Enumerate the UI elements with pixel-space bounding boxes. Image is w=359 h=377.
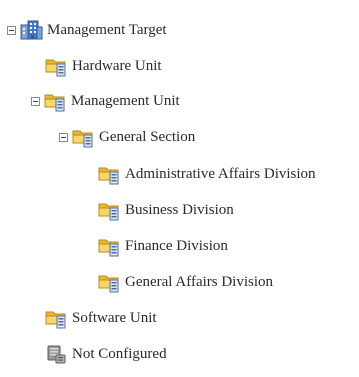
collapse-toggle-icon[interactable]	[7, 25, 16, 35]
building-icon	[19, 19, 43, 41]
tree-node-general-section[interactable]: General Section	[59, 124, 195, 150]
tree-node-label: Finance Division	[125, 238, 228, 254]
collapse-toggle-icon[interactable]	[31, 96, 40, 106]
gray-server-icon	[44, 343, 68, 365]
tree-node-software-unit[interactable]: Software Unit	[44, 305, 157, 331]
folder-server-icon	[43, 90, 67, 112]
folder-server-icon	[44, 55, 68, 77]
folder-server-icon	[97, 199, 121, 221]
tree-node-hardware-unit[interactable]: Hardware Unit	[44, 53, 162, 79]
tree-node-label: General Affairs Division	[125, 274, 274, 290]
folder-server-icon	[44, 307, 68, 329]
tree-node-business-division[interactable]: Business Division	[97, 197, 234, 223]
tree-node-not-configured[interactable]: Not Configured	[44, 341, 167, 367]
tree-node-label: Management Target	[47, 22, 167, 38]
tree-node-label: Administrative Affairs Division	[125, 166, 316, 182]
tree-node-label: Management Unit	[71, 93, 180, 109]
folder-server-icon	[97, 163, 121, 185]
management-target-tree: Management Target Hardware Unit Manageme…	[0, 0, 359, 377]
tree-node-label: Hardware Unit	[72, 58, 162, 74]
folder-server-icon	[97, 235, 121, 257]
tree-node-finance-division[interactable]: Finance Division	[97, 233, 228, 259]
tree-node-administrative-affairs-division[interactable]: Administrative Affairs Division	[97, 161, 316, 187]
collapse-toggle-icon[interactable]	[59, 132, 68, 142]
tree-node-management-unit[interactable]: Management Unit	[31, 88, 180, 114]
folder-server-icon	[71, 126, 95, 148]
folder-server-icon	[97, 271, 121, 293]
tree-node-management-target[interactable]: Management Target	[7, 17, 167, 43]
tree-node-label: Not Configured	[72, 346, 167, 362]
tree-node-general-affairs-division[interactable]: General Affairs Division	[97, 269, 273, 295]
tree-node-label: Software Unit	[72, 310, 157, 326]
tree-node-label: General Section	[99, 129, 196, 145]
tree-node-label: Business Division	[125, 202, 234, 218]
